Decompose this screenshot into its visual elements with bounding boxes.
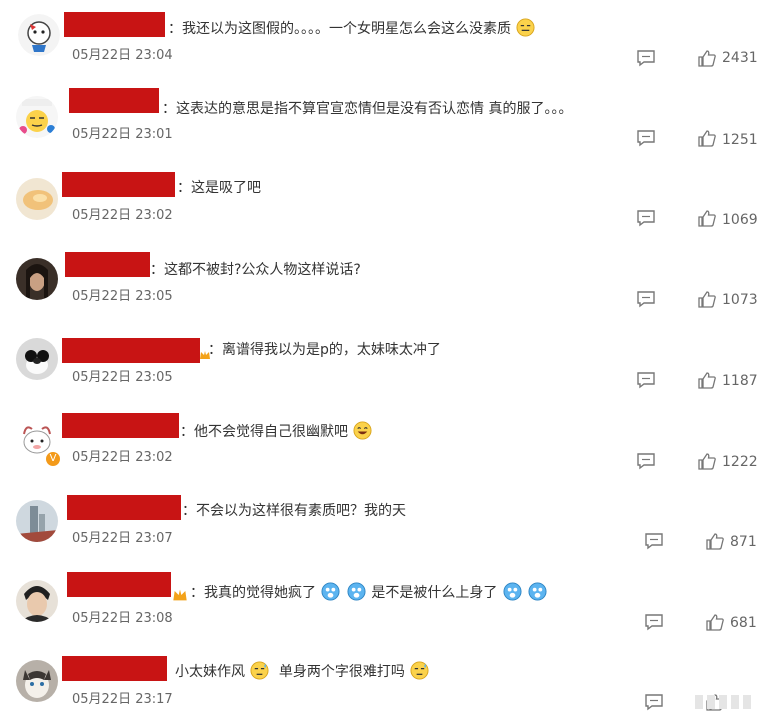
comment-item: V ：他不会觉得自己很幽默吧 05月22日 23:02 1222 [0,400,783,480]
redacted-username [65,252,150,277]
comment-time: 05月22日 23:17 [72,692,173,707]
reply-icon[interactable] [636,209,656,227]
comment-time: 05月22日 23:05 [72,289,173,304]
reply-icon[interactable] [644,532,664,550]
comment-time: 05月22日 23:02 [72,208,173,223]
verified-badge-icon: V [46,452,60,466]
user-avatar[interactable] [16,258,58,300]
comment-item: ：不会以为这样很有素质吧？我的天 05月22日 23:07 871 [0,480,783,560]
shocked-emoji-icon [321,582,340,601]
comment-time: 05月22日 23:08 [72,611,173,626]
shocked-emoji-icon [528,582,547,601]
comment-text: ：他不会觉得自己很幽默吧 [180,421,373,442]
thumbs-up-icon[interactable] [697,129,717,147]
comment-body: ：这是吸了吧 [177,180,261,196]
thumbs-up-icon[interactable] [697,49,717,67]
redacted-username [62,656,167,681]
comment-item: ：离谱得我以为是p的，太妹味太冲了 05月22日 23:05 1187 [0,320,783,400]
user-avatar[interactable] [16,178,58,220]
redacted-username [62,413,179,438]
user-avatar[interactable] [16,660,58,702]
shocked-emoji-icon [503,582,522,601]
reply-icon[interactable] [636,49,656,67]
user-avatar[interactable] [16,500,58,542]
comment-body: ：不会以为这样很有素质吧？我的天 [182,503,406,519]
comment-body: ：我真的觉得她疯了 [190,585,316,601]
watermark-bars-icon [695,695,751,709]
comment-text: ：我真的觉得她疯了 是不是被什么上身了 [190,582,548,603]
user-avatar[interactable] [16,580,58,622]
comment-text: ：离谱得我以为是p的，太妹味太冲了 [208,340,441,360]
thumbs-up-icon[interactable] [697,209,717,227]
like-count: 681 [730,615,757,631]
comment-time: 05月22日 23:04 [72,48,173,63]
sweat-emoji-icon [410,661,429,680]
crown-icon [173,589,187,601]
reply-icon[interactable] [636,129,656,147]
comment-body: ：他不会觉得自己很幽默吧 [180,424,348,440]
comment-body: 小太妹作风 [175,664,245,680]
comment-item: ：我还以为这图假的。。。。一个女明星怎么会这么没素质 05月22日 23:04 … [0,0,783,80]
comment-item: ：这都不被封?公众人物这样说话? 05月22日 23:05 1073 [0,240,783,320]
shocked-emoji-icon [347,582,366,601]
like-count: 1073 [722,292,758,308]
redacted-username [62,338,200,363]
reply-icon[interactable] [644,613,664,631]
reply-icon[interactable] [636,371,656,389]
laughing-emoji-icon [353,421,372,440]
comment-item: ：这是吸了吧 05月22日 23:02 1069 [0,160,783,240]
like-count: 1069 [722,212,758,228]
comment-time: 05月22日 23:02 [72,450,173,465]
thumbs-up-icon[interactable] [705,613,725,631]
reply-icon[interactable] [644,693,664,711]
like-count: 2431 [722,50,758,66]
user-avatar[interactable] [16,338,58,380]
thumbs-up-icon[interactable] [697,452,717,470]
redacted-username [62,172,175,197]
reply-icon[interactable] [636,290,656,308]
comment-body: ：这都不被封?公众人物这样说话? [150,262,361,278]
comment-text: ：不会以为这样很有素质吧？我的天 [182,501,406,521]
comment-text: ：这表达的意思是指不算官宣恋情但是没有否认恋情 真的服了。。。 [162,99,572,119]
comment-item: 小太妹作风 单身两个字很难打吗 05月22日 23:17 [0,640,783,715]
redacted-username [69,88,159,113]
comment-item: ：我真的觉得她疯了 是不是被什么上身了 05月22日 23:08 681 [0,560,783,640]
like-count: 1222 [722,454,758,470]
like-count: 1187 [722,373,758,389]
thumbs-up-icon[interactable] [697,371,717,389]
like-count: 871 [730,534,757,550]
comment-text: ：这都不被封?公众人物这样说话? [150,260,361,280]
thumbs-up-icon[interactable] [697,290,717,308]
user-avatar[interactable] [16,96,58,138]
comment-body: ：我还以为这图假的。。。。一个女明星怎么会这么没素质 [168,21,511,37]
awkward-emoji-icon [516,18,535,37]
comment-time: 05月22日 23:01 [72,127,173,142]
thumbs-up-icon[interactable] [705,532,725,550]
comment-body: ：离谱得我以为是p的，太妹味太冲了 [208,342,441,358]
like-count: 1251 [722,132,758,148]
comment-time: 05月22日 23:05 [72,370,173,385]
sweat-emoji-icon [250,661,269,680]
reply-icon[interactable] [636,452,656,470]
comment-text: 小太妹作风 单身两个字很难打吗 [175,661,430,682]
redacted-username [67,572,171,597]
comment-text: ：这是吸了吧 [177,178,261,198]
comment-body-continued: 是不是被什么上身了 [371,585,498,601]
redacted-username [64,12,165,37]
comment-item: ：这表达的意思是指不算官宣恋情但是没有否认恋情 真的服了。。。 05月22日 2… [0,80,783,160]
comment-text: ：我还以为这图假的。。。。一个女明星怎么会这么没素质 [168,18,536,39]
comment-time: 05月22日 23:07 [72,531,173,546]
redacted-username [67,495,181,520]
comment-body: ：这表达的意思是指不算官宣恋情但是没有否认恋情 真的服了。。。 [162,101,573,117]
user-avatar[interactable] [18,14,60,56]
comment-body-continued: 单身两个字很难打吗 [278,664,405,680]
